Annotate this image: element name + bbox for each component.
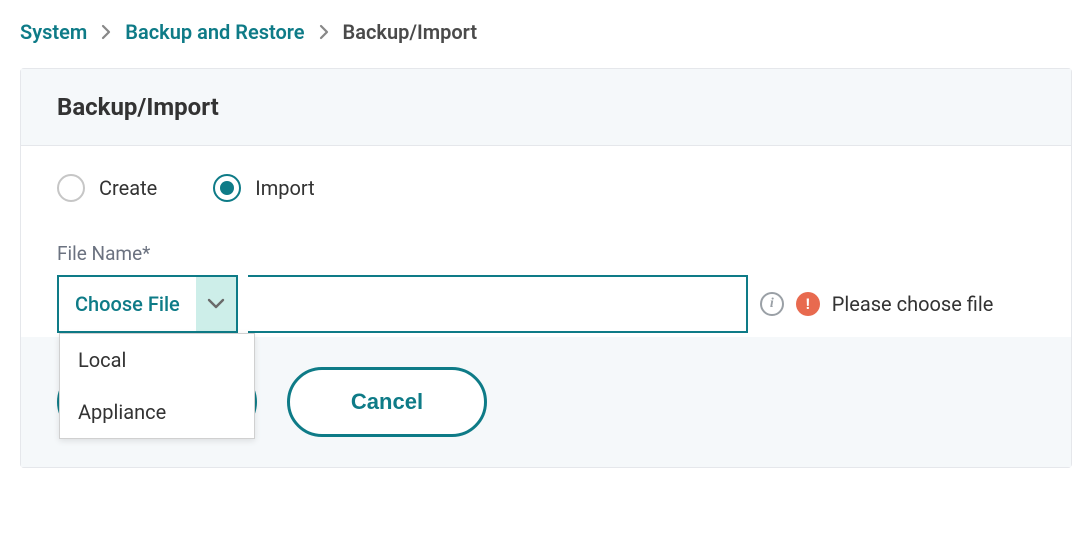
chevron-right-icon <box>319 24 329 40</box>
radio-icon <box>57 174 85 202</box>
chevron-right-icon <box>101 24 111 40</box>
breadcrumb-system[interactable]: System <box>20 20 87 44</box>
choose-file-button[interactable]: Choose File <box>57 275 238 333</box>
radio-create[interactable]: Create <box>57 174 157 202</box>
panel-title: Backup/Import <box>21 69 1071 146</box>
backup-import-panel: Backup/Import Create Import File Name* C… <box>20 68 1072 468</box>
error-icon: ! <box>796 292 820 316</box>
breadcrumb-current: Backup/Import <box>343 20 478 44</box>
radio-create-label: Create <box>99 176 157 200</box>
choose-file-wrapper: Choose File Local Appliance <box>57 275 238 333</box>
mode-radio-group: Create Import <box>57 174 1035 202</box>
radio-icon <box>213 174 241 202</box>
dropdown-option-local[interactable]: Local <box>60 334 254 386</box>
breadcrumb: System Backup and Restore Backup/Import <box>20 20 1072 44</box>
chevron-down-icon <box>196 277 236 331</box>
file-row: Choose File Local Appliance i ! Please c… <box>57 275 1035 333</box>
info-icon[interactable]: i <box>760 292 784 316</box>
dropdown-option-appliance[interactable]: Appliance <box>60 386 254 438</box>
choose-file-label: Choose File <box>59 292 196 316</box>
radio-import-label: Import <box>255 176 314 200</box>
cancel-button[interactable]: Cancel <box>287 367 487 437</box>
error-message: Please choose file <box>832 292 994 316</box>
file-name-label: File Name* <box>57 242 1035 265</box>
panel-body: Create Import File Name* Choose File Loc… <box>21 146 1071 337</box>
breadcrumb-backup-restore[interactable]: Backup and Restore <box>125 20 304 44</box>
radio-import[interactable]: Import <box>213 174 314 202</box>
file-name-input[interactable] <box>248 275 748 333</box>
choose-file-dropdown: Local Appliance <box>59 333 255 439</box>
